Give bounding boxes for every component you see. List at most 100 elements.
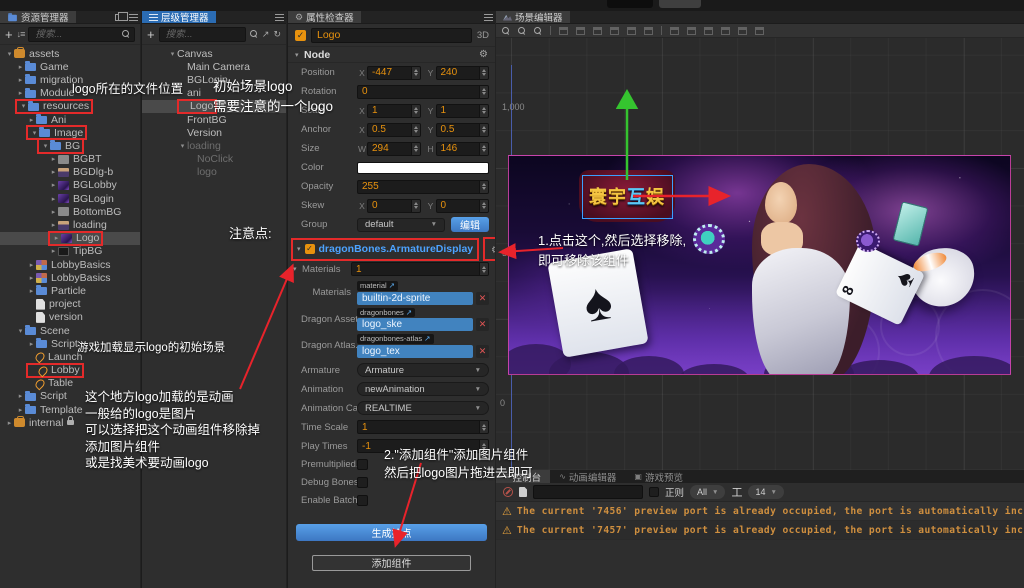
remove-asset-icon[interactable]: ✕ <box>476 345 489 358</box>
expand-arrow[interactable]: ▸ <box>49 247 58 255</box>
tree-item-scene[interactable]: ▾Scene <box>0 324 140 337</box>
tree-item-tipbg[interactable]: ▸TipBG <box>0 245 140 258</box>
expand-arrow[interactable]: ▸ <box>49 208 58 216</box>
rotation-input[interactable]: 0 <box>357 85 489 99</box>
dragon-atlas-chip[interactable]: logo_tex <box>357 345 473 358</box>
node-active-checkbox[interactable]: ✓ <box>295 30 306 41</box>
expand-arrow[interactable]: ▾ <box>41 142 50 150</box>
expand-arrow[interactable]: ▸ <box>27 287 36 295</box>
remove-asset-icon[interactable]: ✕ <box>476 292 489 305</box>
tab-animation-editor[interactable]: ∿ 动画编辑器 <box>550 470 625 483</box>
expand-arrow[interactable]: ▸ <box>27 261 36 269</box>
tree-item-script[interactable]: ▸Script <box>0 390 140 403</box>
anchor-y-input[interactable]: 0.5 <box>436 123 490 137</box>
zoom-icon[interactable] <box>534 27 542 35</box>
group-edit-button[interactable]: 编辑 <box>451 217 489 232</box>
tree-item-image[interactable]: ▾Image <box>0 126 140 139</box>
refresh-icon[interactable]: ↻ <box>273 30 281 39</box>
panel-menu-icon[interactable] <box>126 11 140 23</box>
mode-3d-label[interactable]: 3D <box>477 30 489 41</box>
tree-item-logo[interactable]: Logo <box>142 100 286 113</box>
dragon-asset-chip[interactable]: logo_ske <box>357 318 473 331</box>
anchor-x-input[interactable]: 0.5 <box>367 123 421 137</box>
node-name-input[interactable]: Logo <box>311 28 472 43</box>
font-size-dropdown[interactable]: 14▼ <box>748 485 783 499</box>
color-swatch[interactable] <box>357 162 489 174</box>
expand-arrow[interactable]: ▸ <box>16 406 25 414</box>
tree-item-loading[interactable]: ▸loading <box>0 218 140 231</box>
expand-arrow[interactable]: ▾ <box>168 50 177 58</box>
enable-batch-checkbox[interactable] <box>357 495 368 506</box>
component-enabled-checkbox[interactable]: ✓ <box>305 244 315 254</box>
locate-icon[interactable]: ↗ <box>262 30 270 39</box>
position-y-input[interactable]: 240 <box>436 66 490 80</box>
premultiplied-checkbox[interactable] <box>357 459 368 470</box>
tree-item-version[interactable]: version <box>0 311 140 324</box>
expand-arrow[interactable]: ▾ <box>16 327 25 335</box>
align-tool-icon[interactable] <box>687 27 696 35</box>
align-tool-icon[interactable] <box>559 27 568 35</box>
tab-scene-editor[interactable]: 场景编辑器 <box>496 11 570 23</box>
expand-arrow[interactable]: ▸ <box>27 274 36 282</box>
tree-item-project[interactable]: project <box>0 298 140 311</box>
expand-arrow[interactable]: ▾ <box>178 142 187 150</box>
tab-game-preview[interactable]: ▣ 游戏预览 <box>625 470 692 483</box>
size-w-input[interactable]: 294 <box>367 142 421 156</box>
tree-item-lobbybasics[interactable]: ▸LobbyBasics <box>0 258 140 271</box>
collapse-arrow[interactable]: ▾ <box>295 51 304 59</box>
time-scale-input[interactable]: 1 <box>357 420 489 434</box>
search-icon[interactable] <box>250 30 258 38</box>
expand-arrow[interactable]: ▸ <box>16 392 25 400</box>
add-component-button[interactable]: 添加组件 <box>312 555 471 571</box>
sort-assets-icon[interactable]: ↓≡ <box>17 29 25 39</box>
expand-arrow[interactable]: ▾ <box>19 102 28 110</box>
add-asset-button[interactable]: + <box>5 28 13 41</box>
tree-item-migration[interactable]: ▸migration <box>0 73 140 86</box>
group-dropdown[interactable]: default▼ <box>357 218 445 232</box>
materials-count-input[interactable]: 1 <box>351 262 489 276</box>
opacity-input[interactable]: 255 <box>357 180 489 194</box>
size-h-input[interactable]: 146 <box>436 142 490 156</box>
tree-item-assets[interactable]: ▾assets <box>0 47 140 60</box>
animation-cache-dropdown[interactable]: REALTIME▼ <box>357 401 489 415</box>
expand-arrow[interactable]: ▸ <box>49 181 58 189</box>
armature-dropdown[interactable]: Armature▼ <box>357 363 489 377</box>
collapse-arrow[interactable]: ▾ <box>297 245 301 253</box>
tree-item-launch[interactable]: Launch <box>0 350 140 363</box>
clear-console-icon[interactable] <box>503 487 513 497</box>
skew-y-input[interactable]: 0 <box>436 199 490 213</box>
align-tool-icon[interactable] <box>755 27 764 35</box>
hierarchy-search-input[interactable] <box>164 28 241 41</box>
tree-item-canvas[interactable]: ▾Canvas <box>142 47 286 60</box>
assets-search-input[interactable] <box>33 28 122 41</box>
expand-arrow[interactable]: ▸ <box>49 221 58 229</box>
align-tool-icon[interactable] <box>593 27 602 35</box>
tree-item-loading[interactable]: ▾loading <box>142 139 286 152</box>
tree-item-module[interactable]: ▸Module <box>0 87 140 100</box>
node-gear-icon[interactable]: ⚙ <box>479 49 488 60</box>
tree-item-script[interactable]: ▸Script <box>0 337 140 350</box>
expand-arrow[interactable]: ▸ <box>27 116 36 124</box>
expand-arrow[interactable]: ▸ <box>49 168 58 176</box>
tree-item-bottombg[interactable]: ▸BottomBG <box>0 205 140 218</box>
tree-item-resources[interactable]: ▾resources <box>0 100 140 113</box>
align-tool-icon[interactable] <box>644 27 653 35</box>
tab-console[interactable]: ≡ 控制台 <box>496 470 550 483</box>
tree-item-lobbybasics[interactable]: ▸LobbyBasics <box>0 271 140 284</box>
tree-item-lobby[interactable]: Lobby <box>0 364 140 377</box>
tree-item-internal[interactable]: ▸internal <box>0 416 140 429</box>
tab-assets[interactable]: 资源管理器 <box>0 11 76 23</box>
align-tool-icon[interactable] <box>704 27 713 35</box>
tree-item-ani[interactable]: ani <box>142 87 286 100</box>
tree-item-bgbt[interactable]: ▸BGBT <box>0 153 140 166</box>
tree-item-template[interactable]: ▸Template <box>0 403 140 416</box>
tree-item-bglobby[interactable]: ▸BGLobby <box>0 179 140 192</box>
generate-sockets-button[interactable]: 生成挂点 <box>296 524 487 541</box>
float-panel-icon[interactable] <box>112 11 126 23</box>
expand-arrow[interactable]: ▸ <box>49 195 58 203</box>
tree-item-bgdlg-b[interactable]: ▸BGDlg-b <box>0 166 140 179</box>
align-tool-icon[interactable] <box>610 27 619 35</box>
scale-x-input[interactable]: 1 <box>367 104 421 118</box>
dragonbones-component-header[interactable]: ▾ ✓ dragonBones.ArmatureDisplay <box>293 240 477 259</box>
collapse-arrow[interactable]: ▾ <box>293 265 302 273</box>
